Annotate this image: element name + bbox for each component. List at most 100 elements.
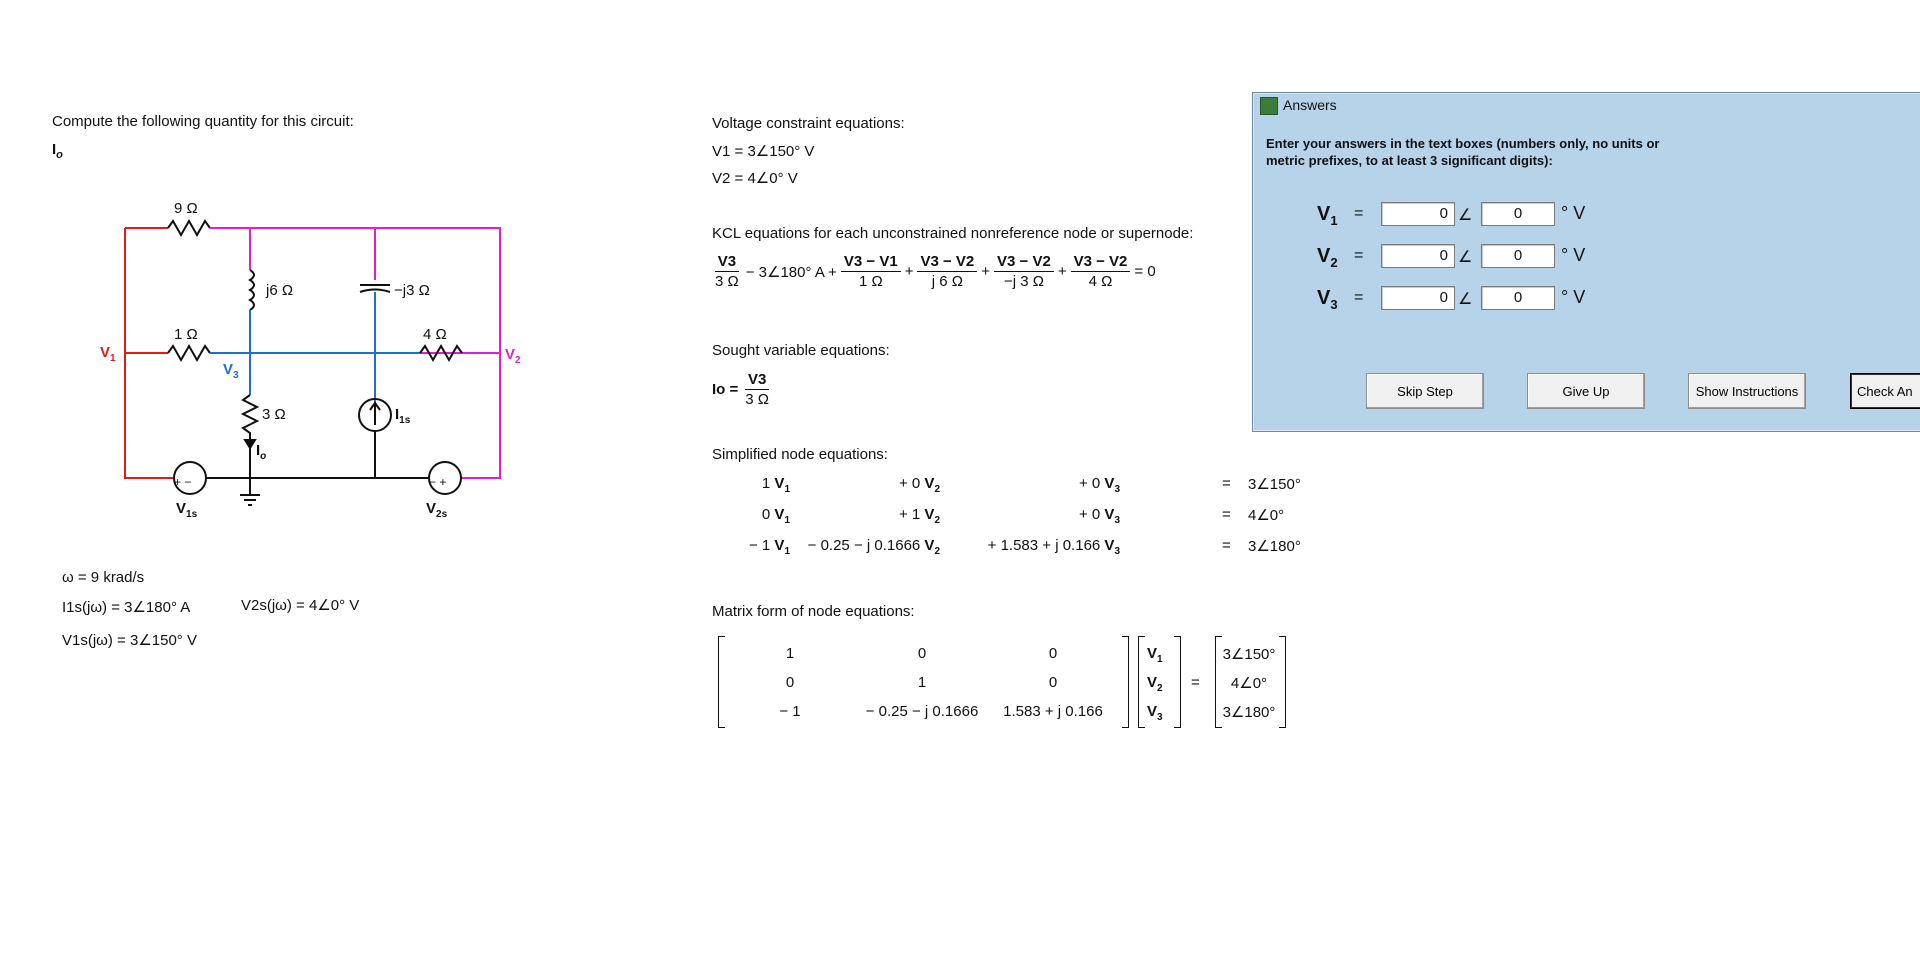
given-omega: ω = 9 krad/s: [62, 569, 145, 586]
answers-dialog: Answers Enter your answers in the text b…: [1252, 92, 1920, 432]
label-3-ohm: 3 Ω: [262, 406, 286, 423]
matrix-title: Matrix form of node equations:: [712, 603, 915, 620]
sought-quantity: Io: [52, 141, 63, 161]
sought-lhs: Io =: [712, 381, 739, 398]
sought-fraction: V3 3 Ω: [742, 371, 772, 408]
angle-input-v3[interactable]: 0: [1481, 286, 1555, 310]
kcl-plus-3: +: [1057, 263, 1067, 280]
v2s-polarity: − +: [429, 475, 446, 489]
ground-symbol: [240, 478, 260, 506]
answer-equals: =: [1354, 289, 1364, 306]
kcl-term-6-num: V3 − V2: [1070, 253, 1131, 272]
answer-equals: =: [1354, 205, 1364, 222]
kcl-term-6-den: 4 Ω: [1088, 273, 1113, 290]
inductor-j6: [248, 269, 255, 311]
v1s-sub: 1s: [186, 509, 198, 520]
kcl-term-3: V3 − V1 1 Ω: [840, 253, 901, 290]
kcl-term-6: V3 − V2 4 Ω: [1070, 253, 1131, 290]
simplified-equals: =: [1222, 475, 1231, 492]
vector-left-bracket: [1138, 636, 1145, 728]
v2s-sub: 2s: [436, 509, 448, 520]
resistor-3-ohm: [240, 394, 260, 478]
answers-dialog-title: Answers: [1283, 97, 1337, 113]
answer-label-sub: 2: [1330, 255, 1338, 270]
circuit-diagram: + − − +: [124, 218, 501, 506]
answers-dialog-titlebar: Answers: [1253, 93, 1920, 115]
simplified-col-3: + 0 V3: [1078, 475, 1120, 495]
v2s-symbol: V: [426, 500, 437, 517]
magnitude-input-v2[interactable]: 0: [1381, 244, 1455, 268]
vector-right-bracket: [1174, 636, 1181, 728]
simplified-col-1: 1 V1: [761, 475, 790, 495]
answer-label-v3: V3: [1317, 287, 1338, 312]
node-label-v1: V1: [100, 344, 116, 364]
matrix-cell: 0: [1048, 645, 1058, 662]
label-j6-ohm: j6 Ω: [266, 282, 294, 299]
i1s-sub: 1s: [399, 415, 411, 426]
skip-step-button[interactable]: Skip Step: [1366, 373, 1484, 409]
current-source-arrow: [369, 401, 381, 425]
answer-unit: ° V: [1561, 245, 1586, 265]
io-sub: o: [260, 451, 267, 462]
sought-quantity-sub: o: [56, 149, 63, 161]
angle-symbol: ∠: [1458, 291, 1473, 308]
voltage-constraints-title: Voltage constraint equations:: [712, 115, 905, 132]
node-v2-symbol: V: [505, 346, 516, 363]
simplified-col-3: + 0 V3: [1078, 506, 1120, 526]
angle-input-v1[interactable]: 0: [1481, 202, 1555, 226]
node-label-v2: V2: [505, 346, 521, 366]
kcl-term-2: − 3∠180° A +: [745, 263, 837, 281]
sought-den: 3 Ω: [745, 391, 769, 408]
vector-entry: V3: [1147, 703, 1163, 723]
kcl-term-4: V3 − V2 j 6 Ω: [917, 253, 978, 290]
answer-label-sub: 1: [1330, 213, 1338, 228]
kcl-term-5-num: V3 − V2: [994, 253, 1054, 272]
angle-input-v2[interactable]: 0: [1481, 244, 1555, 268]
give-up-button[interactable]: Give Up: [1527, 373, 1645, 409]
node-v2-sub: 2: [515, 355, 521, 366]
kcl-equals-zero: = 0: [1134, 263, 1156, 280]
current-label-io: Io: [256, 442, 266, 462]
kcl-plus-1: +: [904, 263, 914, 280]
magnitude-input-v3[interactable]: 0: [1381, 286, 1455, 310]
rhs-entry: 3∠180°: [1222, 704, 1276, 721]
v1s-polarity: + −: [174, 475, 191, 489]
given-v1s: V1s(jω) = 3∠150° V: [62, 632, 197, 649]
given-i1s: I1s(jω) = 3∠180° A: [62, 599, 191, 616]
kcl-term-4-num: V3 − V2: [917, 253, 978, 272]
angle-symbol: ∠: [1458, 207, 1473, 224]
app-icon: [1260, 97, 1278, 115]
label-minus-j3-ohm: −j3 Ω: [394, 282, 430, 299]
kcl-plus-2: +: [981, 263, 991, 280]
voltage-constraint-v1: V1 = 3∠150° V: [712, 143, 815, 160]
simplified-col-2: + 1 V2: [898, 506, 940, 526]
sought-title: Sought variable equations:: [712, 342, 890, 359]
node-label-v3: V3: [223, 361, 239, 381]
v1s-symbol: V: [176, 500, 187, 517]
answer-label-symbol: V: [1317, 203, 1331, 225]
kcl-title: KCL equations for each unconstrained non…: [712, 225, 1194, 242]
simplified-equals: =: [1222, 506, 1231, 523]
magnitude-input-v1[interactable]: 0: [1381, 202, 1455, 226]
source-label-v2s: V2s: [426, 500, 447, 520]
simplified-equals: =: [1222, 537, 1231, 554]
simplified-col-1: − 1 V1: [748, 537, 790, 557]
answers-instructions: Enter your answers in the text boxes (nu…: [1266, 136, 1660, 168]
simplified-col-3: + 1.583 + j 0.166 V3: [987, 537, 1120, 557]
check-answers-button[interactable]: Check An: [1850, 373, 1920, 409]
node-v1-symbol: V: [100, 344, 111, 361]
answer-equals: =: [1354, 247, 1364, 264]
kcl-term-3-den: 1 Ω: [858, 273, 883, 290]
rhs-entry: 4∠0°: [1230, 675, 1268, 692]
simplified-col-2: − 0.25 − j 0.1666 V2: [807, 537, 940, 557]
kcl-term-4-den: j 6 Ω: [931, 273, 963, 290]
simplified-rhs: 3∠150°: [1248, 476, 1301, 493]
kcl-term-5: V3 − V2 −j 3 Ω: [994, 253, 1054, 290]
vector-entry: V2: [1147, 674, 1163, 694]
show-instructions-button[interactable]: Show Instructions: [1688, 373, 1806, 409]
answer-label-v2: V2: [1317, 245, 1338, 270]
answer-unit: ° V: [1561, 203, 1586, 223]
problem-prompt: Compute the following quantity for this …: [52, 113, 354, 130]
label-1-ohm: 1 Ω: [174, 326, 198, 343]
simplified-rhs: 4∠0°: [1248, 507, 1285, 524]
